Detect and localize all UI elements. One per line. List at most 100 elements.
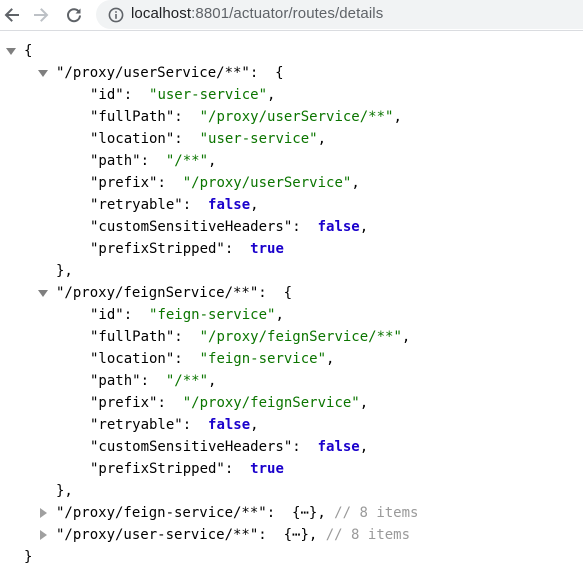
back-button[interactable] bbox=[0, 3, 24, 27]
json-route-collapsed-line: "/proxy/user-service/**": {⋯}, // 8 item… bbox=[56, 524, 410, 546]
json-field-line: "retryable": false, bbox=[90, 194, 259, 216]
json-key: "path" bbox=[90, 373, 141, 389]
arrow-right-icon bbox=[34, 8, 49, 22]
json-value: "/proxy/feignService" bbox=[182, 395, 360, 411]
url-path: :8801/actuator/routes/details bbox=[191, 5, 384, 22]
json-key: "prefix" bbox=[90, 395, 158, 411]
json-colon: : bbox=[174, 131, 200, 147]
json-key: "id" bbox=[90, 87, 124, 103]
json-colon: : bbox=[182, 417, 209, 433]
json-comma: , bbox=[317, 131, 327, 147]
json-key: "retryable" bbox=[90, 197, 183, 213]
json-key: "path" bbox=[90, 153, 141, 169]
expand-toggle-icon[interactable] bbox=[40, 508, 47, 518]
json-key: "location" bbox=[90, 351, 175, 367]
json-comma: , bbox=[359, 439, 369, 455]
json-viewer: {"/proxy/userService/**": {"id": "user-s… bbox=[0, 31, 583, 580]
info-icon[interactable] bbox=[108, 7, 124, 23]
expand-toggle-icon[interactable] bbox=[40, 530, 47, 540]
json-key: "/proxy/userService/**" bbox=[56, 65, 250, 81]
json-comma: , bbox=[317, 505, 335, 521]
json-field-line: "path": "/**", bbox=[90, 370, 216, 392]
json-field-line: "prefixStripped": true bbox=[90, 458, 284, 480]
json-comma: , bbox=[326, 351, 335, 367]
json-key: "prefixStripped" bbox=[90, 241, 225, 257]
reload-button[interactable] bbox=[62, 3, 86, 27]
json-colon: : bbox=[123, 87, 150, 103]
address-bar[interactable]: localhost:8801/actuator/routes/details bbox=[96, 0, 583, 29]
json-comma: , bbox=[401, 329, 411, 345]
json-value: false bbox=[208, 417, 251, 433]
json-field-line: "customSensitiveHeaders": false, bbox=[90, 436, 368, 458]
json-item-count: // 8 items bbox=[325, 527, 411, 543]
json-colon: : { bbox=[258, 285, 293, 301]
json-value: "/**" bbox=[165, 373, 209, 389]
json-key: "id" bbox=[90, 307, 124, 323]
json-field-line: "location": "feign-service", bbox=[90, 348, 334, 370]
json-colon: : bbox=[174, 329, 200, 345]
json-colon: : bbox=[140, 373, 166, 389]
json-brace: } bbox=[24, 549, 33, 565]
json-comma: , bbox=[359, 395, 369, 411]
json-value: "user-service" bbox=[199, 131, 318, 147]
json-field-line: "retryable": false, bbox=[90, 414, 259, 436]
json-field-line: "customSensitiveHeaders": false, bbox=[90, 216, 368, 238]
json-key: "fullPath" bbox=[90, 109, 175, 125]
collapse-toggle-root-icon[interactable] bbox=[6, 48, 16, 55]
json-brace: { bbox=[24, 43, 33, 59]
json-route-close: }, bbox=[56, 260, 73, 282]
json-route-close: }, bbox=[56, 480, 73, 502]
json-comma: , bbox=[208, 153, 217, 169]
forward-button[interactable] bbox=[29, 3, 53, 27]
json-comma: , bbox=[275, 307, 284, 323]
json-value: false bbox=[317, 439, 360, 455]
json-colon: : { bbox=[249, 65, 284, 81]
json-value: "/**" bbox=[165, 153, 209, 169]
json-value: false bbox=[317, 219, 360, 235]
json-comma: , bbox=[359, 219, 369, 235]
json-collapsed-preview: {⋯} bbox=[283, 527, 309, 543]
json-key: "/proxy/user-service/**" bbox=[56, 527, 259, 543]
json-value: "user-service" bbox=[149, 87, 268, 103]
json-colon: : bbox=[174, 109, 200, 125]
json-brace: }, bbox=[56, 263, 73, 279]
json-comma: , bbox=[351, 175, 360, 191]
json-field-line: "prefix": "/proxy/feignService", bbox=[90, 392, 368, 414]
collapse-toggle-icon[interactable] bbox=[38, 70, 48, 77]
collapse-toggle-icon[interactable] bbox=[38, 290, 48, 297]
json-colon: : bbox=[258, 527, 284, 543]
json-value: "/proxy/feignService/**" bbox=[199, 329, 402, 345]
json-key: "/proxy/feign-service/**" bbox=[56, 505, 267, 521]
json-comma: , bbox=[308, 527, 326, 543]
json-colon: : bbox=[157, 175, 183, 191]
json-route-collapsed-line: "/proxy/feign-service/**": {⋯}, // 8 ite… bbox=[56, 502, 418, 524]
browser-toolbar: localhost:8801/actuator/routes/details bbox=[0, 0, 583, 31]
json-colon: : bbox=[292, 439, 318, 455]
json-field-line: "id": "user-service", bbox=[90, 84, 275, 106]
json-key: "retryable" bbox=[90, 417, 183, 433]
json-root-open: { bbox=[24, 40, 32, 62]
json-brace: }, bbox=[56, 483, 73, 499]
json-field-line: "id": "feign-service", bbox=[90, 304, 284, 326]
json-colon: : bbox=[123, 307, 150, 323]
json-field-line: "prefixStripped": true bbox=[90, 238, 284, 260]
json-value: "feign-service" bbox=[149, 307, 276, 323]
json-comma: , bbox=[250, 197, 259, 213]
json-field-line: "prefix": "/proxy/userService", bbox=[90, 172, 360, 194]
json-key: "location" bbox=[90, 131, 175, 147]
json-comma: , bbox=[208, 373, 217, 389]
json-route-key-line: "/proxy/feignService/**": { bbox=[56, 282, 292, 304]
json-root-close: } bbox=[24, 546, 32, 568]
json-key: "customSensitiveHeaders" bbox=[90, 219, 293, 235]
json-item-count: // 8 items bbox=[334, 505, 419, 521]
url-host: localhost bbox=[131, 5, 192, 22]
json-value: "/proxy/userService" bbox=[182, 175, 352, 191]
json-key: "customSensitiveHeaders" bbox=[90, 439, 293, 455]
json-comma: , bbox=[267, 87, 276, 103]
json-colon: : bbox=[157, 395, 183, 411]
json-collapsed-preview: {⋯} bbox=[292, 505, 318, 521]
json-colon: : bbox=[174, 351, 200, 367]
json-field-line: "path": "/**", bbox=[90, 150, 216, 172]
arrow-left-icon bbox=[4, 8, 19, 22]
url-text[interactable]: localhost:8801/actuator/routes/details bbox=[131, 5, 383, 22]
